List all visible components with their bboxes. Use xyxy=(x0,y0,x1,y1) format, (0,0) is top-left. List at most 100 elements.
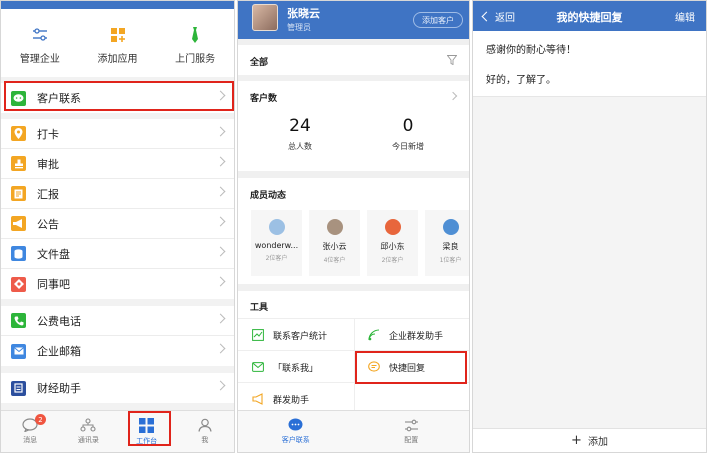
composite-screenshot: 管理企业 添加应用 上门服务 客户联系 打卡 审批 汇报 公告 文件盘 同事吧 … xyxy=(0,0,707,453)
chart-icon xyxy=(252,329,264,341)
tool-contact-stats[interactable]: 联系客户统计 xyxy=(238,319,354,351)
member-count: 2位客户 xyxy=(381,257,404,264)
app-item-approval[interactable]: 审批 xyxy=(1,149,234,179)
new-today-label: 今日新增 xyxy=(392,142,424,151)
quick-label: 管理企业 xyxy=(19,54,60,65)
tab-label: 客户联系 xyxy=(281,436,310,444)
avatar xyxy=(326,219,343,235)
app-item-colleague[interactable]: 同事吧 xyxy=(1,269,234,299)
add-customer-button[interactable]: 添加客户 xyxy=(413,12,463,28)
tab-label: 我 xyxy=(201,436,209,444)
quick-actions: 管理企业 添加应用 上门服务 xyxy=(1,9,234,77)
reply-item[interactable]: 好的，了解了。 xyxy=(473,61,706,97)
member-activity-card: 成员动态 wonderw... 2位客户 张小云 4位客户 邱小东 2位客户 梁… xyxy=(238,178,469,284)
add-reply-button[interactable]: + 添加 xyxy=(473,428,706,452)
member-count: 2位客户 xyxy=(265,255,288,262)
chevron-right-icon xyxy=(215,313,226,324)
nav-bar: 返回 我的快捷回复 编辑 xyxy=(473,1,706,31)
tool-label: 联系客户统计 xyxy=(273,331,328,342)
avatar[interactable] xyxy=(252,4,278,31)
member-card[interactable]: wonderw... 2位客户 xyxy=(251,210,302,276)
tool-label: 群发助手 xyxy=(273,395,310,406)
tab-me[interactable]: 我 xyxy=(176,411,234,452)
onsite-service-button[interactable]: 上门服务 xyxy=(156,9,234,77)
filter-icon xyxy=(447,55,457,65)
total-label: 总人数 xyxy=(288,142,312,151)
person-icon xyxy=(198,418,212,432)
sliders-icon xyxy=(32,28,47,41)
disk-icon xyxy=(11,246,26,261)
member-name: wonderw... xyxy=(254,241,299,250)
card-title: 工具 xyxy=(250,303,269,313)
tool-broadcast[interactable]: 群发助手 xyxy=(238,383,354,412)
mail-icon xyxy=(11,343,26,359)
avatar xyxy=(384,219,401,235)
tab-workbench[interactable]: 工作台 xyxy=(118,411,176,452)
app-item-report[interactable]: 汇报 xyxy=(1,179,234,209)
member-name: 张小云 xyxy=(322,242,347,251)
bottom-tab-bar: 客户联系 配置 xyxy=(238,410,469,452)
tab-messages[interactable]: 2 消息 xyxy=(1,411,59,452)
quick-reply-screen: 返回 我的快捷回复 编辑 感谢你的耐心等待！ 好的，了解了。 + 添加 xyxy=(472,0,707,453)
add-app-button[interactable]: 添加应用 xyxy=(79,9,157,77)
chevron-right-icon xyxy=(215,216,226,227)
edit-button[interactable]: 编辑 xyxy=(675,9,695,24)
tool-quick-reply[interactable]: 快捷回复 xyxy=(354,351,469,383)
megaphone-icon xyxy=(11,216,26,231)
chevron-right-icon xyxy=(215,186,226,197)
contact-me-icon xyxy=(252,362,264,372)
customer-contact-screen: 张晓云 管理员 添加客户 全部 客户数 24 总人数 0 今日新增 成员动态 w… xyxy=(237,0,470,453)
top-bar xyxy=(1,1,234,9)
app-item-phone[interactable]: 公费电话 xyxy=(1,306,234,336)
app-item-mail[interactable]: 企业邮箱 xyxy=(1,336,234,366)
tool-contact-me[interactable]: 「联系我」 xyxy=(238,351,354,383)
manage-enterprise-button[interactable]: 管理企业 xyxy=(1,9,79,77)
location-icon xyxy=(11,126,26,141)
tool-label: 快捷回复 xyxy=(389,363,426,374)
customer-count-card[interactable]: 客户数 24 总人数 0 今日新增 xyxy=(238,81,469,171)
tool-label: 「联系我」 xyxy=(273,363,319,374)
app-item-checkin[interactable]: 打卡 xyxy=(1,119,234,149)
tool-group-send[interactable]: 企业群发助手 xyxy=(354,319,469,351)
chevron-right-icon xyxy=(448,91,458,101)
total-count: 24 xyxy=(289,116,311,136)
item-label: 公告 xyxy=(37,217,59,231)
item-label: 同事吧 xyxy=(37,278,70,291)
filter-label: 全部 xyxy=(250,58,269,68)
tab-contacts[interactable]: 通讯录 xyxy=(59,411,117,452)
report-icon xyxy=(11,186,26,201)
item-label: 文件盘 xyxy=(37,247,70,261)
tab-label: 消息 xyxy=(23,436,38,444)
customer-contact-section: 客户联系 xyxy=(1,83,234,113)
finance-icon xyxy=(11,380,26,396)
item-label: 客户联系 xyxy=(37,92,81,105)
chat-bubble-icon xyxy=(288,418,303,431)
app-item-announcement[interactable]: 公告 xyxy=(1,209,234,239)
filter-bar[interactable]: 全部 xyxy=(238,45,469,75)
card-title: 客户数 xyxy=(250,94,278,104)
avatar xyxy=(442,219,459,235)
member-card[interactable]: 梁良 1位客户 xyxy=(425,210,469,276)
item-label: 打卡 xyxy=(37,127,59,141)
unread-badge: 2 xyxy=(35,414,46,425)
config-icon xyxy=(404,419,418,431)
workbench-screen: 管理企业 添加应用 上门服务 客户联系 打卡 审批 汇报 公告 文件盘 同事吧 … xyxy=(0,0,235,453)
bottom-tab-bar: 2 消息 通讯录 工作台 我 xyxy=(1,410,234,452)
profile-header: 张晓云 管理员 添加客户 xyxy=(238,1,469,39)
app-item-file-disk[interactable]: 文件盘 xyxy=(1,239,234,269)
quick-label: 添加应用 xyxy=(97,54,138,65)
chevron-right-icon xyxy=(215,246,226,257)
member-count: 1位客户 xyxy=(439,257,462,264)
user-role: 管理员 xyxy=(287,23,311,32)
chevron-right-icon xyxy=(215,156,226,167)
tab-config[interactable]: 配置 xyxy=(354,411,470,452)
item-label: 汇报 xyxy=(37,187,59,201)
member-card[interactable]: 张小云 4位客户 xyxy=(309,210,360,276)
member-card[interactable]: 邱小东 2位客户 xyxy=(367,210,418,276)
app-item-finance[interactable]: 财经助手 xyxy=(1,373,234,403)
app-list: 打卡 审批 汇报 公告 文件盘 同事吧 xyxy=(1,119,234,299)
customer-contact-item[interactable]: 客户联系 xyxy=(1,83,234,113)
tab-customer-contact[interactable]: 客户联系 xyxy=(238,411,354,452)
chevron-right-icon xyxy=(215,343,226,354)
signal-icon xyxy=(368,329,380,341)
